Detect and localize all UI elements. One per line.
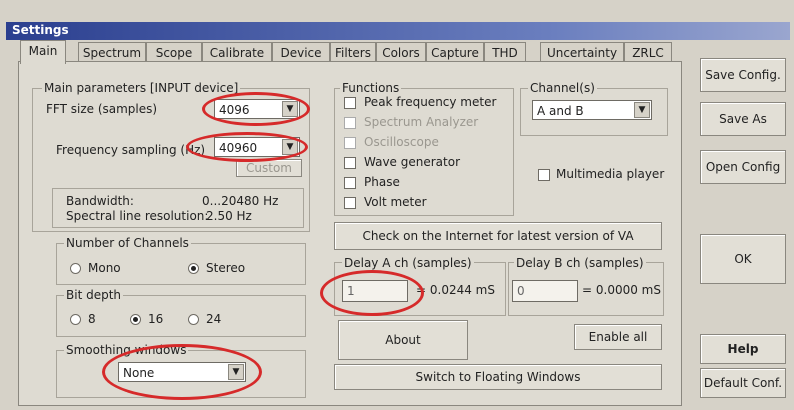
check-internet-button[interactable]: Check on the Internet for latest version…: [334, 222, 662, 250]
channels-legend: Number of Channels: [64, 236, 191, 250]
tab-main[interactable]: Main: [20, 40, 66, 64]
chevron-down-icon[interactable]: ▼: [282, 139, 298, 155]
smoothing-legend: Smoothing windows: [64, 343, 189, 357]
floating-windows-button[interactable]: Switch to Floating Windows: [334, 364, 662, 390]
open-config-button[interactable]: Open Config: [700, 150, 786, 184]
bandwidth-value: 0...20480 Hz: [202, 194, 279, 208]
spectrum-analyzer-label: Spectrum Analyzer: [364, 115, 479, 129]
spectral-resolution-value: 2.50 Hz: [206, 209, 252, 223]
default-conf-button[interactable]: Default Conf.: [700, 368, 786, 398]
bit-depth-24-label: 24: [206, 312, 222, 326]
spectral-resolution-label: Spectral line resolution:: [66, 209, 209, 223]
bit-depth-16-label: 16: [148, 312, 164, 326]
delay-b-legend: Delay B ch (samples): [514, 256, 646, 270]
delay-a-result: = 0.0244 mS: [416, 283, 495, 297]
window-title: Settings: [12, 23, 69, 37]
tab-calibrate[interactable]: Calibrate: [202, 42, 272, 63]
channel-select-value: A and B: [537, 104, 584, 118]
title-bar: Settings: [6, 22, 790, 40]
tab-zrlc[interactable]: ZRLC: [624, 42, 672, 63]
wave-generator-label: Wave generator: [364, 155, 461, 169]
multimedia-player-label: Multimedia player: [556, 167, 665, 181]
chevron-down-icon[interactable]: ▼: [282, 101, 298, 117]
bit-depth-24-radio[interactable]: [188, 314, 199, 325]
settings-window: Settings Main Spectrum Scope Calibrate D…: [0, 0, 794, 410]
frequency-sampling-select[interactable]: 40960 ▼: [214, 137, 300, 157]
bit-depth-legend: Bit depth: [64, 288, 124, 302]
peak-frequency-label: Peak frequency meter: [364, 95, 497, 109]
mono-label: Mono: [88, 261, 121, 275]
tab-uncertainty[interactable]: Uncertainty: [540, 42, 624, 63]
enable-all-button[interactable]: Enable all: [574, 324, 662, 350]
stereo-radio[interactable]: [188, 263, 199, 274]
about-button[interactable]: About: [338, 320, 468, 360]
channel-select[interactable]: A and B ▼: [532, 100, 652, 120]
fft-size-value: 4096: [219, 103, 250, 117]
phase-checkbox[interactable]: [344, 177, 356, 189]
save-as-button[interactable]: Save As: [700, 102, 786, 136]
tab-spectrum[interactable]: Spectrum: [78, 42, 146, 63]
oscilloscope-label: Oscilloscope: [364, 135, 439, 149]
frequency-sampling-value: 40960: [219, 141, 258, 155]
fft-size-label: FFT size (samples): [46, 102, 158, 116]
tab-filters[interactable]: Filters: [330, 42, 376, 63]
smoothing-select[interactable]: None ▼: [118, 362, 246, 382]
frequency-sampling-label: Frequency sampling (Hz): [56, 143, 206, 157]
mono-radio[interactable]: [70, 263, 81, 274]
peak-frequency-checkbox[interactable]: [344, 97, 356, 109]
bit-depth-16-radio[interactable]: [130, 314, 141, 325]
tab-scope[interactable]: Scope: [146, 42, 202, 63]
wave-generator-checkbox[interactable]: [344, 157, 356, 169]
bit-depth-8-label: 8: [88, 312, 96, 326]
channel-select-legend: Channel(s): [528, 81, 597, 95]
tab-capture[interactable]: Capture: [426, 42, 484, 63]
save-config-button[interactable]: Save Config.: [700, 58, 786, 92]
bit-depth-8-radio[interactable]: [70, 314, 81, 325]
tab-colors[interactable]: Colors: [376, 42, 426, 63]
bandwidth-label: Bandwidth:: [66, 194, 134, 208]
fft-size-select[interactable]: 4096 ▼: [214, 99, 300, 119]
chevron-down-icon[interactable]: ▼: [228, 364, 244, 380]
spectrum-analyzer-checkbox[interactable]: [344, 117, 356, 129]
delay-a-legend: Delay A ch (samples): [342, 256, 474, 270]
custom-button[interactable]: Custom: [236, 159, 302, 177]
volt-meter-label: Volt meter: [364, 195, 427, 209]
phase-label: Phase: [364, 175, 400, 189]
help-button[interactable]: Help: [700, 334, 786, 364]
delay-b-input[interactable]: 0: [512, 280, 578, 302]
chevron-down-icon[interactable]: ▼: [634, 102, 650, 118]
tab-device[interactable]: Device: [272, 42, 330, 63]
multimedia-player-checkbox[interactable]: [538, 169, 550, 181]
ok-button[interactable]: OK: [700, 234, 786, 284]
main-parameters-legend: Main parameters [INPUT device]: [42, 81, 241, 95]
oscilloscope-checkbox[interactable]: [344, 137, 356, 149]
delay-b-result: = 0.0000 mS: [582, 283, 661, 297]
smoothing-value: None: [123, 366, 155, 380]
stereo-label: Stereo: [206, 261, 246, 275]
tab-thd[interactable]: THD: [484, 42, 526, 63]
functions-legend: Functions: [340, 81, 402, 95]
delay-a-input[interactable]: 1: [342, 280, 408, 302]
volt-meter-checkbox[interactable]: [344, 197, 356, 209]
